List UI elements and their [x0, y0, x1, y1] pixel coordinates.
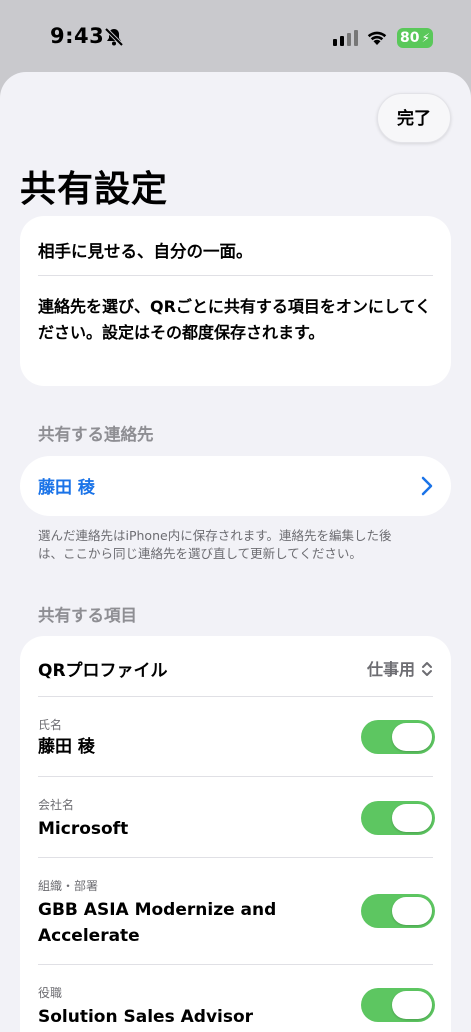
status-bar: 9:43 80 ⚡ — [0, 0, 471, 72]
page-title: 共有設定 — [20, 169, 169, 210]
done-button[interactable]: 完了 — [377, 93, 451, 143]
field-label-company: 会社名 — [38, 798, 75, 812]
chevron-right-icon — [421, 476, 433, 496]
field-value-name: 藤田 稜 — [38, 737, 95, 757]
contact-name: 藤田 稜 — [38, 478, 95, 498]
chevron-up-down-icon — [422, 662, 432, 676]
toggle-knob — [392, 897, 432, 925]
field-value-company: Microsoft — [38, 819, 129, 839]
battery-indicator: 80 ⚡ — [397, 28, 433, 48]
toggle-title[interactable] — [361, 988, 435, 1022]
qr-profile-label: QRプロファイル — [38, 661, 168, 681]
field-value-title: Solution Sales Advisor — [38, 1007, 254, 1027]
intro-heading: 相手に見せる、自分の一面。 — [38, 242, 253, 261]
divider — [38, 776, 433, 777]
field-label-title: 役職 — [38, 986, 63, 1000]
cellular-signal-icon — [333, 30, 358, 46]
toggle-department[interactable] — [361, 894, 435, 928]
status-time: 9:43 — [50, 24, 105, 48]
wifi-icon — [367, 31, 387, 45]
field-value-department: GBB ASIA Modernize and Accelerate — [38, 900, 277, 946]
qr-profile-select[interactable]: 仕事用 — [367, 656, 433, 680]
field-label-department: 組織・部署 — [38, 879, 99, 893]
divider — [38, 696, 433, 697]
contact-section-header: 共有する連絡先 — [38, 425, 154, 444]
qr-profile-value: 仕事用 — [366, 660, 415, 679]
toggle-company[interactable] — [361, 801, 435, 835]
toggle-knob — [392, 804, 432, 832]
intro-body: 連絡先を選び、QRごとに共有する項目をオンにしてください。設定はその都度保存され… — [38, 297, 431, 342]
items-section-header: 共有する項目 — [38, 606, 137, 625]
charging-bolt-icon: ⚡ — [421, 31, 430, 45]
toggle-name[interactable] — [361, 720, 435, 754]
bell-slash-icon — [104, 27, 124, 47]
items-card: QRプロファイル 仕事用 氏名 藤田 稜 会社名 Microsoft 組織・部署… — [20, 636, 451, 1032]
toggle-knob — [392, 991, 432, 1019]
divider — [38, 275, 433, 276]
toggle-knob — [392, 723, 432, 751]
field-label-name: 氏名 — [38, 718, 63, 732]
divider — [38, 857, 433, 858]
battery-level: 80 — [400, 30, 420, 46]
intro-card: 相手に見せる、自分の一面。 連絡先を選び、QRごとに共有する項目をオンにしてくだ… — [20, 216, 451, 386]
divider — [38, 964, 433, 965]
share-settings-sheet: 完了 共有設定 相手に見せる、自分の一面。 連絡先を選び、QRごとに共有する項目… — [0, 72, 471, 1032]
contact-row[interactable]: 藤田 稜 — [20, 456, 451, 516]
contact-footnote: 選んだ連絡先はiPhone内に保存されます。連絡先を編集した後は、ここから同じ連… — [38, 528, 392, 561]
